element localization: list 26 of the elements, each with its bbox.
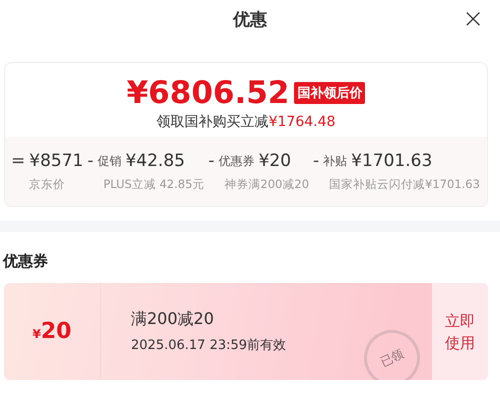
coupon-value: ¥20: [32, 319, 72, 344]
operator-sign: -: [87, 151, 94, 171]
subsidy-text: 领取国补购买立减: [156, 114, 269, 130]
coupon-condition: 满200减20: [131, 309, 215, 330]
price-badge: 国补领后价: [294, 82, 366, 104]
breakdown-note: PLUS立减 42.85元: [102, 177, 204, 192]
breakdown-label: 优惠券: [218, 152, 255, 170]
breakdown-amount: ¥1701.63: [351, 151, 432, 171]
operator-sign: =: [11, 151, 26, 171]
page-title: 优惠: [233, 8, 267, 30]
operator-sign: -: [208, 151, 215, 171]
use-now-button[interactable]: 立即使用: [432, 283, 488, 380]
breakdown-amount: ¥20: [258, 151, 292, 171]
breakdown-amount: ¥42.85: [125, 151, 185, 171]
saving-amount: ¥1764.48: [268, 114, 336, 130]
breakdown-note: 国家补贴云闪付减¥1701.63: [328, 177, 480, 192]
breakdown-note: 京东价: [28, 177, 66, 192]
close-button[interactable]: ×: [458, 4, 488, 34]
breakdown-note: 神券满200减20: [223, 177, 310, 192]
operator-sign: -: [313, 151, 320, 171]
breakdown-label: 补贴: [323, 152, 348, 170]
section-title: 优惠券: [3, 252, 49, 271]
breakdown-amount: ¥8571: [29, 151, 84, 171]
coupon-validity: 2025.06.17 23:59前有效: [131, 337, 288, 354]
breakdown-label: 促销: [97, 152, 122, 170]
final-price: ¥6806.52: [126, 75, 290, 111]
